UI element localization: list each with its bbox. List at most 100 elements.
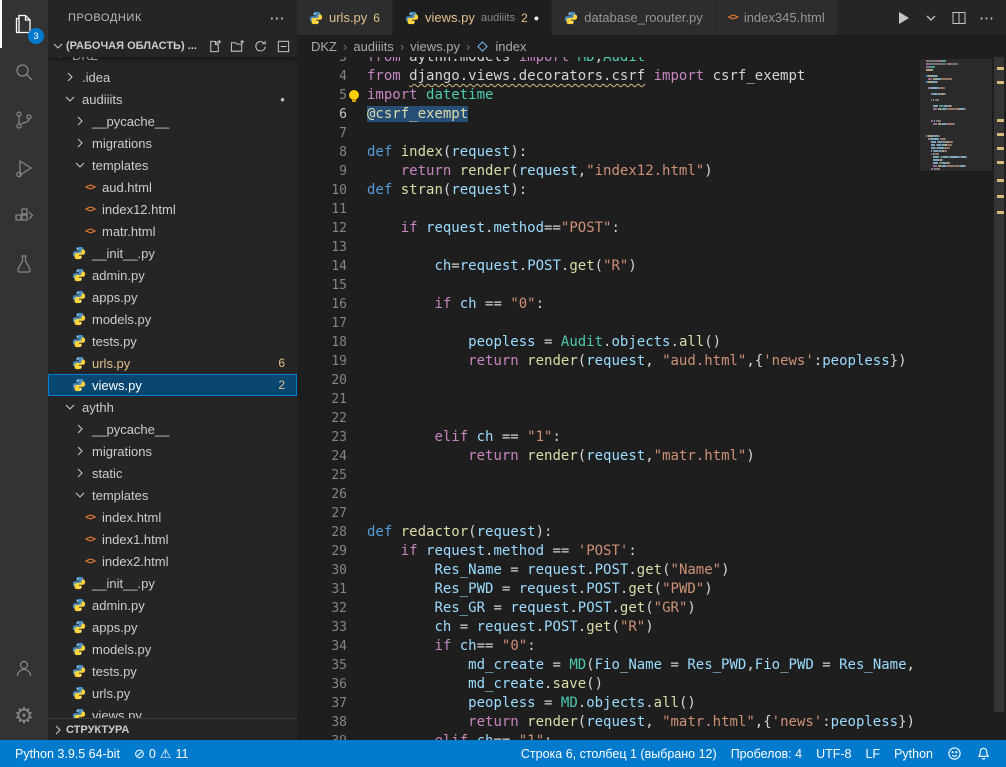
code-line-32[interactable]: 32 Res_GR = request.POST.get("GR") [297,599,920,618]
notifications-button[interactable] [969,740,998,767]
workspace-section-header[interactable]: (РАБОЧАЯ ОБЛАСТЬ) ... [48,35,297,57]
tree-item-.idea[interactable]: .idea [48,66,297,88]
code-line-33[interactable]: 33 ch = request.POST.get("R") [297,618,920,637]
tree-item-matr.html[interactable]: <>matr.html [48,220,297,242]
code-line-11[interactable]: 11 [297,200,920,219]
code-line-4[interactable]: 4from django.views.decorators.csrf impor… [297,67,920,86]
code-lines[interactable]: 3from aythh.models import MD,Audit4from … [297,57,920,740]
modified-dot[interactable]: ● [534,13,539,23]
code-line-17[interactable]: 17 [297,314,920,333]
tab-index345.html[interactable]: <>index345.html [716,0,838,35]
activity-testing-button[interactable] [0,240,48,288]
tab-database_roouter.py[interactable]: database_roouter.py [552,0,716,35]
code-line-14[interactable]: 14 ch=request.POST.get("R") [297,257,920,276]
tree-item-tests.py[interactable]: tests.py [48,330,297,352]
minimap[interactable] [920,57,992,740]
tree-item-models.py[interactable]: models.py [48,638,297,660]
breadcrumb-item-folder[interactable]: audiiits [353,39,393,54]
eol-status[interactable]: LF [858,740,887,767]
code-line-13[interactable]: 13 [297,238,920,257]
tree-item-index1.html[interactable]: <>index1.html [48,528,297,550]
tree-item-index.html[interactable]: <>index.html [48,506,297,528]
activity-run-debug-button[interactable] [0,144,48,192]
more-actions-icon[interactable]: ⋯ [269,9,285,27]
code-line-9[interactable]: 9 return render(request,"index12.html") [297,162,920,181]
tree-item-aud.html[interactable]: <>aud.html [48,176,297,198]
code-line-19[interactable]: 19 return render(request, "aud.html",{'n… [297,352,920,371]
code-line-27[interactable]: 27 [297,504,920,523]
tree-item-index12.html[interactable]: <>index12.html [48,198,297,220]
run-dropdown-chevron-icon[interactable] [923,10,939,26]
tree-item-templates[interactable]: templates [48,484,297,506]
tree-item-__pycache__[interactable]: __pycache__ [48,418,297,440]
code-line-15[interactable]: 15 [297,276,920,295]
code-line-36[interactable]: 36 md_create.save() [297,675,920,694]
tree-item-templates[interactable]: templates [48,154,297,176]
activity-explorer-button[interactable]: 3 [0,0,48,48]
tree-item-migrations[interactable]: migrations [48,440,297,462]
breadcrumb-item-symbol[interactable]: index [495,39,526,54]
code-line-39[interactable]: 39 elif ch== "1": [297,732,920,740]
activity-source-control-button[interactable] [0,96,48,144]
code-line-3[interactable]: 3from aythh.models import MD,Audit [297,57,920,67]
tab-views.py[interactable]: views.pyaudiiits2● [393,0,552,35]
code-line-10[interactable]: 10def stran(request): [297,181,920,200]
code-line-16[interactable]: 16 if ch == "0": [297,295,920,314]
code-line-25[interactable]: 25 [297,466,920,485]
more-editor-actions-icon[interactable]: ⋯ [979,9,994,27]
scrollbar-thumb[interactable] [994,57,1004,712]
code-line-38[interactable]: 38 return render(request, "matr.html",{'… [297,713,920,732]
tree-item-__pycache__[interactable]: __pycache__ [48,110,297,132]
tree-item-admin.py[interactable]: admin.py [48,594,297,616]
code-line-22[interactable]: 22 [297,409,920,428]
tree-item-migrations[interactable]: migrations [48,132,297,154]
tree-item-urls.py[interactable]: urls.py [48,682,297,704]
code-line-12[interactable]: 12 if request.method=="POST": [297,219,920,238]
tree-item-urls.py[interactable]: urls.py6 [48,352,297,374]
code-line-28[interactable]: 28def redactor(request): [297,523,920,542]
lightbulb-icon[interactable] [349,90,359,100]
code-line-7[interactable]: 7 [297,124,920,143]
code-line-30[interactable]: 30 Res_Name = request.POST.get("Name") [297,561,920,580]
python-version-status[interactable]: Python 3.9.5 64-bit [8,740,127,767]
outline-section-header[interactable]: СТРУКТУРА [48,718,297,740]
code-line-29[interactable]: 29 if request.method == 'POST': [297,542,920,561]
editor-scrollbar[interactable] [992,57,1006,740]
code-line-5[interactable]: 5import datetime [297,86,920,105]
tree-item-views.py[interactable]: views.py [48,704,297,718]
encoding-status[interactable]: UTF-8 [809,740,858,767]
feedback-button[interactable] [940,740,969,767]
tree-item-static[interactable]: static [48,462,297,484]
account-button[interactable] [0,644,48,692]
refresh-icon[interactable] [253,39,268,54]
code-line-37[interactable]: 37 peopless = MD.objects.all() [297,694,920,713]
indentation-status[interactable]: Пробелов: 4 [724,740,809,767]
split-editor-icon[interactable] [951,10,967,26]
tree-item-models.py[interactable]: models.py [48,308,297,330]
cursor-position-status[interactable]: Строка 6, столбец 1 (выбрано 12) [514,740,724,767]
activity-extensions-button[interactable] [0,192,48,240]
code-line-23[interactable]: 23 elif ch == "1": [297,428,920,447]
tree-item-index2.html[interactable]: <>index2.html [48,550,297,572]
settings-button[interactable]: ⚙ [0,692,48,740]
code-line-18[interactable]: 18 peopless = Audit.objects.all() [297,333,920,352]
code-line-20[interactable]: 20 [297,371,920,390]
new-file-icon[interactable] [207,39,222,54]
tree-item-__init__.py[interactable]: __init__.py [48,242,297,264]
tree-item-DKZ[interactable]: DKZ [48,57,297,66]
code-line-21[interactable]: 21 [297,390,920,409]
tree-item-aythh[interactable]: aythh [48,396,297,418]
code-line-34[interactable]: 34 if ch== "0": [297,637,920,656]
activity-search-button[interactable] [0,48,48,96]
tree-item-apps.py[interactable]: apps.py [48,286,297,308]
tree-item-tests.py[interactable]: tests.py [48,660,297,682]
collapse-all-icon[interactable] [276,39,291,54]
code-line-8[interactable]: 8def index(request): [297,143,920,162]
run-python-file-icon[interactable] [895,10,911,26]
code-line-24[interactable]: 24 return render(request,"matr.html") [297,447,920,466]
breadcrumb-item-file[interactable]: views.py [410,39,460,54]
tree-item-__init__.py[interactable]: __init__.py [48,572,297,594]
code-line-35[interactable]: 35 md_create = MD(Fio_Name = Res_PWD,Fio… [297,656,920,675]
tree-item-views.py[interactable]: views.py2 [48,374,297,396]
tree-item-admin.py[interactable]: admin.py [48,264,297,286]
